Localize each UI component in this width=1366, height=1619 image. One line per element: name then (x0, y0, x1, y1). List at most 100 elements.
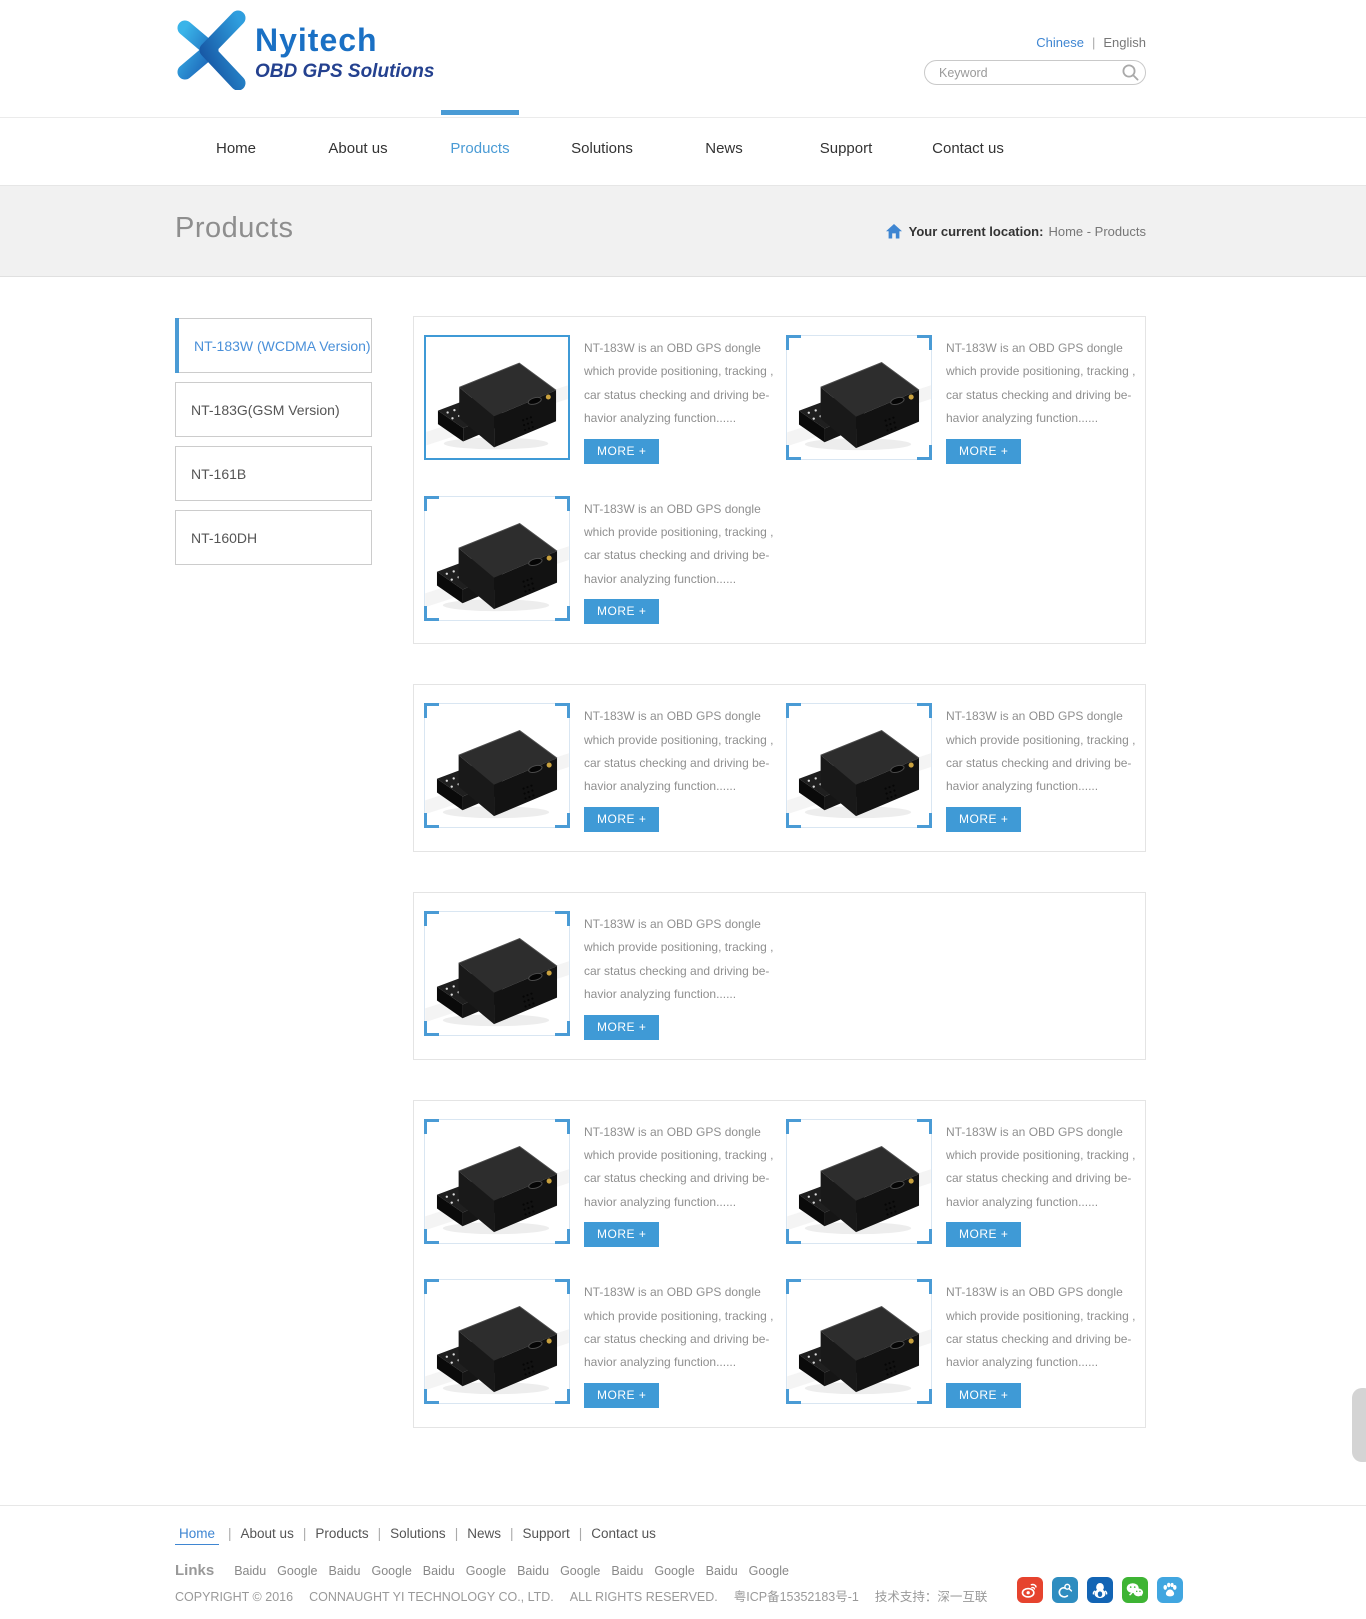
more-button[interactable]: MORE + (584, 1383, 659, 1408)
product-description-line: which provide positioning, tracking , (584, 1144, 773, 1167)
more-button[interactable]: MORE + (584, 439, 659, 464)
copyright-segment: COPYRIGHT © 2016 (175, 1590, 293, 1604)
nav-item-contact-us[interactable]: Contact us (907, 110, 1029, 157)
more-button[interactable]: MORE + (584, 1222, 659, 1247)
sidebar-item-nt-160dh[interactable]: NT-160DH (175, 510, 372, 565)
footer-link-google-4[interactable]: Google (371, 1564, 411, 1578)
frame-corner (424, 606, 439, 621)
product-item: NT-183W is an OBD GPS donglewhich provid… (424, 1119, 786, 1248)
product-description-line: NT-183W is an OBD GPS dongle (584, 1281, 773, 1304)
product-image[interactable] (424, 703, 570, 828)
breadcrumb-path[interactable]: Home - Products (1048, 224, 1146, 239)
more-button[interactable]: MORE + (584, 1015, 659, 1040)
obd-dongle-image (425, 497, 569, 620)
side-float-widget[interactable] (1352, 1388, 1366, 1462)
product-description-line: which provide positioning, tracking , (584, 521, 773, 544)
product-description: NT-183W is an OBD GPS donglewhich provid… (946, 1121, 1135, 1215)
frame-corner (555, 1279, 570, 1294)
tencent-weibo-icon[interactable] (1052, 1577, 1078, 1603)
footer-nav-separator: | (455, 1526, 459, 1541)
search-input[interactable] (925, 66, 1115, 80)
footer-link-baidu-7[interactable]: Baidu (517, 1564, 549, 1578)
product-image[interactable] (424, 496, 570, 621)
product-item: NT-183W is an OBD GPS donglewhich provid… (786, 703, 1146, 832)
footer-nav-home[interactable]: Home (175, 1526, 219, 1545)
obd-dongle-image (425, 1280, 569, 1403)
obd-dongle-image (787, 704, 931, 827)
footer-links-row: Links BaiduGoogleBaiduGoogleBaiduGoogleB… (175, 1562, 1146, 1579)
more-button[interactable]: MORE + (946, 807, 1021, 832)
footer-link-google-10[interactable]: Google (654, 1564, 694, 1578)
footer-link-google-8[interactable]: Google (560, 1564, 600, 1578)
footer-link-baidu-9[interactable]: Baidu (611, 1564, 643, 1578)
product-item: NT-183W is an OBD GPS donglewhich provid… (424, 911, 786, 1040)
more-button[interactable]: MORE + (946, 1222, 1021, 1247)
obd-dongle-image (787, 1120, 931, 1243)
copyright: COPYRIGHT © 2016 CONNAUGHT YI TECHNOLOGY … (175, 1586, 1146, 1605)
more-button[interactable]: MORE + (584, 807, 659, 832)
footer-nav-contact-us[interactable]: Contact us (591, 1526, 656, 1541)
logo-tagline: OBD GPS Solutions (255, 61, 434, 83)
lang-english-link[interactable]: English (1103, 35, 1146, 50)
footer-nav-support[interactable]: Support (522, 1526, 569, 1541)
product-group-3: NT-183W is an OBD GPS donglewhich provid… (413, 892, 1146, 1060)
footer-nav-news[interactable]: News (467, 1526, 501, 1541)
footer-link-google-6[interactable]: Google (466, 1564, 506, 1578)
footer-nav-separator: | (303, 1526, 307, 1541)
frame-corner (786, 1119, 801, 1134)
copyright-segment: CONNAUGHT YI TECHNOLOGY CO., LTD. (309, 1590, 554, 1604)
lang-chinese-link[interactable]: Chinese (1036, 35, 1084, 50)
product-item: NT-183W is an OBD GPS donglewhich provid… (424, 496, 786, 625)
product-description-line: car status checking and driving be- (946, 384, 1135, 407)
product-image[interactable] (424, 335, 570, 460)
wechat-icon[interactable] (1122, 1577, 1148, 1603)
footer-link-google-2[interactable]: Google (277, 1564, 317, 1578)
qq-icon[interactable] (1087, 1577, 1113, 1603)
more-button[interactable]: MORE + (946, 1383, 1021, 1408)
footer-nav-separator: | (378, 1526, 382, 1541)
product-image[interactable] (424, 1119, 570, 1244)
sidebar-item-nt-183g-gsm-version[interactable]: NT-183G(GSM Version) (175, 382, 372, 437)
product-image[interactable] (786, 1119, 932, 1244)
frame-corner (917, 1119, 932, 1134)
logo[interactable]: Nyitech OBD GPS Solutions (175, 10, 434, 95)
weibo-icon[interactable] (1017, 1577, 1043, 1603)
product-list: NT-183W is an OBD GPS dongle which provid… (413, 316, 1146, 1468)
obd-dongle-image (425, 912, 569, 1035)
sidebar-item-nt-183w-wcdma-version[interactable]: NT-183W (WCDMA Version) (175, 318, 372, 373)
more-button[interactable]: MORE + (584, 599, 659, 624)
main-nav: HomeAbout usProductsSolutionsNewsSupport… (0, 110, 1366, 185)
footer-nav-products[interactable]: Products (315, 1526, 368, 1541)
home-icon[interactable] (886, 224, 902, 239)
product-image[interactable] (786, 703, 932, 828)
nav-item-about-us[interactable]: About us (297, 110, 419, 157)
top-bar: Nyitech OBD GPS Solutions Chinese | Englis… (0, 0, 1366, 110)
product-description-line: which provide positioning, tracking , (584, 936, 773, 959)
product-image[interactable] (786, 1279, 932, 1404)
nav-item-support[interactable]: Support (785, 110, 907, 157)
nav-item-products[interactable]: Products (419, 110, 541, 157)
product-item: NT-183W is an OBD GPS donglewhich provid… (424, 703, 786, 832)
footer-link-baidu-3[interactable]: Baidu (328, 1564, 360, 1578)
search-icon[interactable] (1115, 61, 1145, 84)
lang-separator: | (1092, 35, 1095, 50)
product-image[interactable] (424, 1279, 570, 1404)
footer-link-baidu-1[interactable]: Baidu (234, 1564, 266, 1578)
footer-nav-separator: | (510, 1526, 514, 1541)
footer-link-google-12[interactable]: Google (749, 1564, 789, 1578)
frame-corner (424, 1279, 439, 1294)
baidu-icon[interactable] (1157, 1577, 1183, 1603)
footer-nav-solutions[interactable]: Solutions (390, 1526, 446, 1541)
sidebar-item-nt-161b[interactable]: NT-161B (175, 446, 372, 501)
more-button[interactable]: MORE + (946, 439, 1021, 464)
nav-item-home[interactable]: Home (175, 110, 297, 157)
footer-nav-about-us[interactable]: About us (241, 1526, 294, 1541)
footer-link-baidu-11[interactable]: Baidu (706, 1564, 738, 1578)
product-image[interactable] (786, 335, 932, 460)
product-image[interactable] (424, 911, 570, 1036)
product-description-line: havior analyzing function...... (584, 983, 773, 1006)
nav-item-solutions[interactable]: Solutions (541, 110, 663, 157)
product-description-line: havior analyzing function...... (946, 1351, 1135, 1374)
nav-item-news[interactable]: News (663, 110, 785, 157)
footer-link-baidu-5[interactable]: Baidu (423, 1564, 455, 1578)
